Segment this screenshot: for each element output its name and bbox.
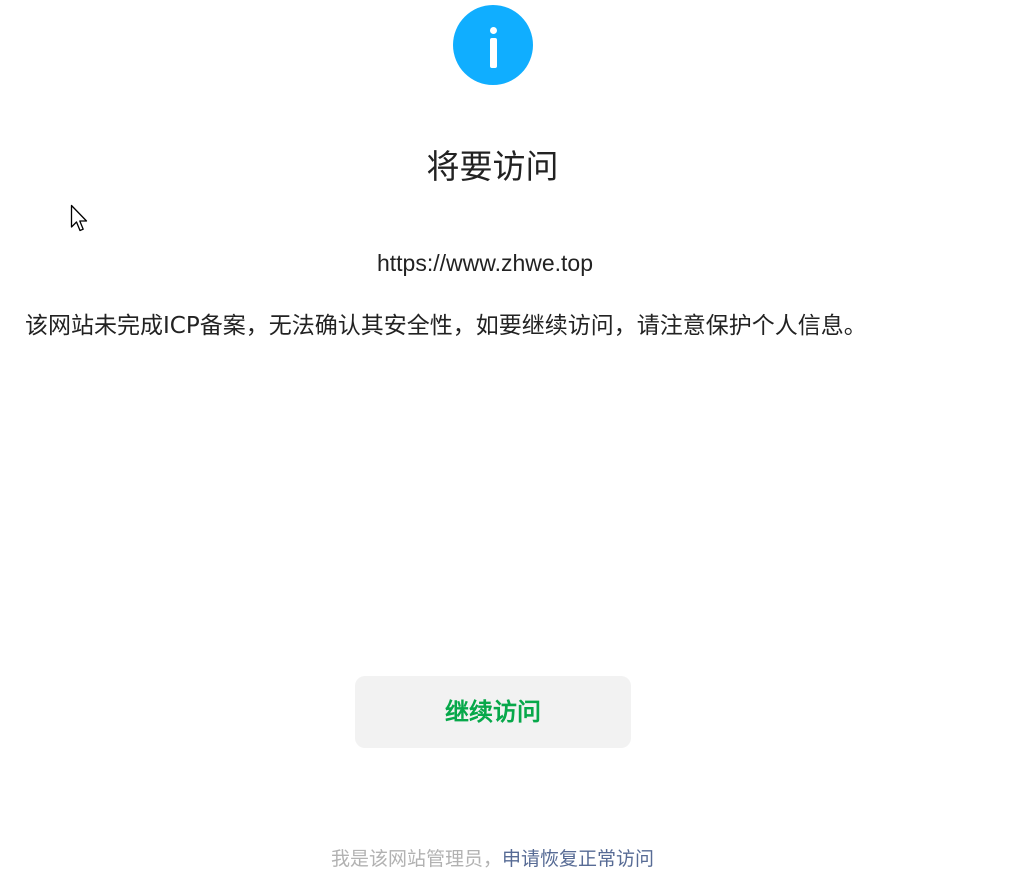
- info-icon: [453, 5, 533, 85]
- footer-admin-text: 我是该网站管理员，: [330, 848, 502, 870]
- info-icon-stem: [490, 38, 497, 68]
- intercept-page: 将要访问 https://www.zhwe.top 该网站未完成ICP备案，无法…: [0, 0, 1010, 887]
- target-url: https://www.zhwe.top: [376, 250, 594, 276]
- info-icon-dot: [490, 27, 497, 34]
- restore-access-link[interactable]: 申请恢复正常访问: [502, 848, 654, 870]
- mouse-pointer-icon: [70, 204, 88, 232]
- page-title: 将要访问: [426, 147, 559, 186]
- warning-message: 该网站未完成ICP备案，无法确认其安全性，如要继续访问，请注意保护个人信息。: [25, 313, 867, 339]
- continue-visit-button[interactable]: 继续访问: [355, 676, 631, 748]
- footer: 我是该网站管理员，申请恢复正常访问: [0, 845, 985, 873]
